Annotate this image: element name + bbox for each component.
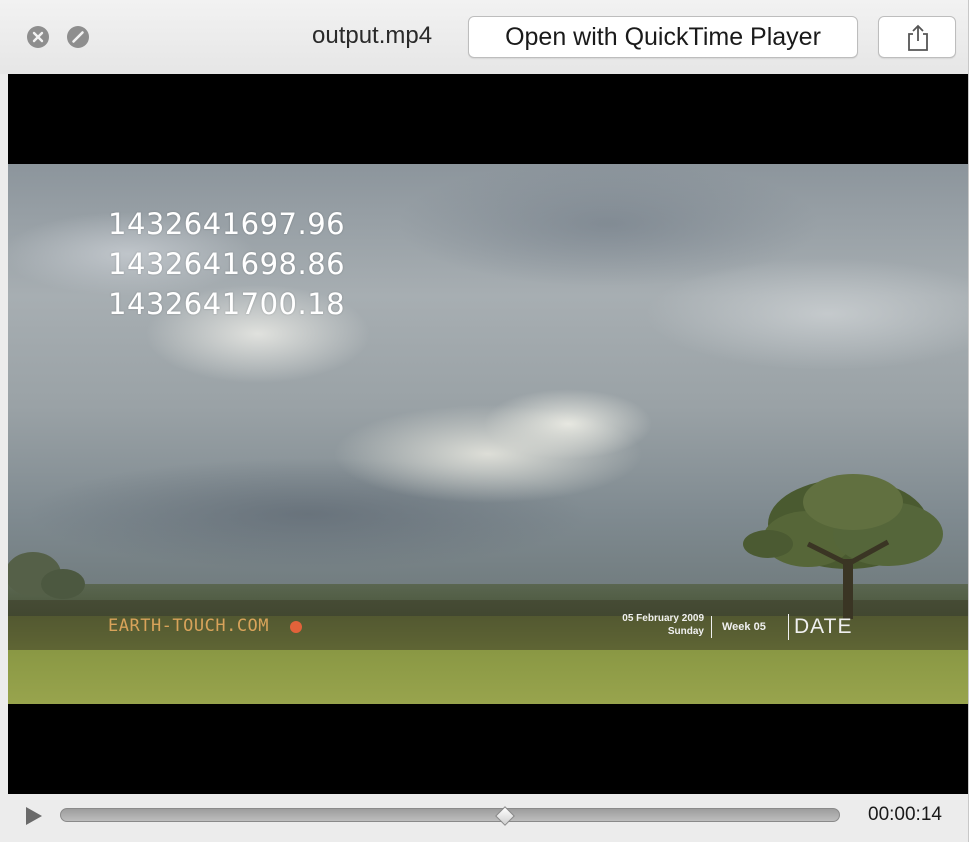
acacia-tree	[743, 474, 943, 619]
timestamp-line: 1432641700.18	[108, 287, 346, 321]
open-with-quicktime-button[interactable]: Open with QuickTime Player	[468, 16, 858, 58]
video-frame: 1432641697.96 1432641698.86 1432641700.1…	[8, 164, 968, 704]
file-name: output.mp4	[312, 22, 433, 49]
date-line: 05 February 2009	[622, 613, 704, 624]
fullscreen-button[interactable]	[67, 26, 89, 48]
quick-look-window: output.mp4 Open with QuickTime Player 14…	[0, 0, 968, 842]
tree-left	[8, 552, 85, 599]
logo-dot	[290, 621, 302, 633]
caption-divider	[788, 614, 789, 640]
elapsed-time: 00:00:14	[868, 804, 942, 825]
video-player[interactable]: 1432641697.96 1432641698.86 1432641700.1…	[8, 74, 968, 794]
close-icon	[32, 31, 44, 43]
date-title: DATE	[794, 615, 853, 638]
caption-divider	[711, 616, 712, 638]
share-icon	[908, 24, 928, 51]
week-label: Week 05	[722, 621, 766, 633]
background-window-edge	[968, 0, 980, 842]
play-button[interactable]	[24, 805, 44, 827]
timestamp-overlay: 1432641697.96 1432641698.86 1432641700.1…	[108, 204, 345, 324]
timestamp-line: 1432641697.96	[108, 207, 346, 241]
weekday-line: Sunday	[667, 626, 704, 637]
timestamp-line: 1432641698.86	[108, 247, 346, 281]
minimize-icon	[72, 31, 84, 43]
share-button[interactable]	[878, 16, 956, 58]
playback-controls: 00:00:14	[0, 794, 968, 842]
earth-touch-logo: EARTH-TOUCH.COM	[108, 616, 270, 636]
title-bar: output.mp4 Open with QuickTime Player	[0, 0, 968, 74]
close-button[interactable]	[27, 26, 49, 48]
date-caption: 05 February 2009 Sunday	[601, 612, 704, 638]
play-icon	[26, 807, 42, 825]
progress-track[interactable]	[60, 808, 840, 822]
